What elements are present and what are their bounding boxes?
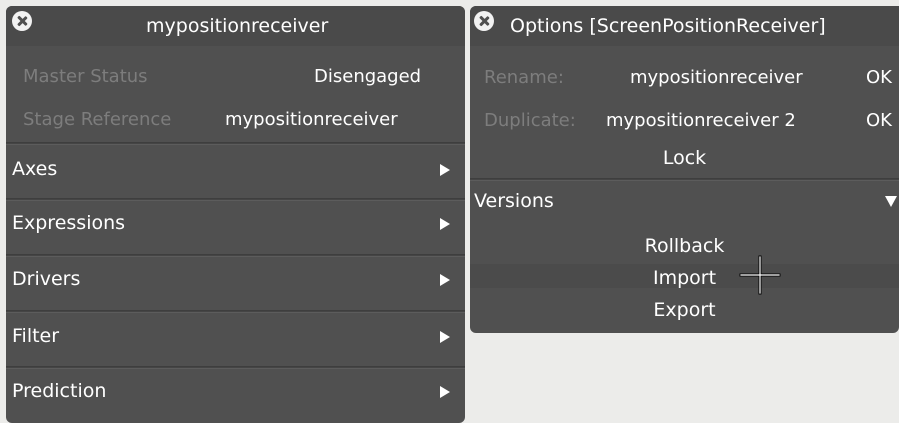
triangle-right-icon: [440, 218, 450, 230]
duplicate-label: Duplicate:: [484, 110, 576, 131]
crosshair-cursor-icon: [739, 255, 781, 295]
position-receiver-panel: mypositionreceiver Master Status Disenga…: [6, 6, 465, 423]
triangle-right-icon: [440, 274, 450, 286]
triangle-down-icon: [885, 196, 897, 207]
panel-title: mypositionreceiver: [146, 15, 329, 37]
triangle-right-icon: [440, 331, 450, 343]
master-status-value[interactable]: Disengaged: [314, 66, 421, 87]
menu-item-label: Axes: [12, 158, 58, 180]
rename-input[interactable]: mypositionreceiver: [630, 67, 803, 88]
menu-item-drivers[interactable]: Drivers: [6, 257, 465, 310]
lock-button[interactable]: Lock: [470, 147, 899, 169]
menu-item-label: Prediction: [12, 380, 107, 402]
triangle-right-icon: [440, 164, 450, 176]
close-icon[interactable]: [474, 11, 494, 31]
export-button[interactable]: Export: [470, 299, 899, 321]
stage-reference-value[interactable]: mypositionreceiver: [225, 109, 398, 130]
master-status-label: Master Status: [23, 66, 148, 87]
menu-item-label: Drivers: [12, 268, 81, 290]
menu-item-filter[interactable]: Filter: [6, 313, 465, 366]
rollback-button[interactable]: Rollback: [470, 235, 899, 257]
import-button[interactable]: Import: [470, 267, 899, 289]
menu-item-label: Filter: [12, 325, 60, 347]
panel-titlebar: Options [ScreenPositionReceiver]: [470, 6, 899, 46]
rename-ok-button[interactable]: OK: [866, 67, 892, 88]
menu-item-expressions[interactable]: Expressions: [6, 201, 465, 254]
duplicate-input[interactable]: mypositionreceiver 2: [606, 110, 796, 131]
close-icon[interactable]: [12, 11, 32, 31]
panel-titlebar: mypositionreceiver: [6, 6, 465, 46]
triangle-right-icon: [440, 386, 450, 398]
versions-label: Versions: [474, 190, 554, 212]
options-panel: Options [ScreenPositionReceiver] Rename:…: [470, 6, 899, 333]
stage-reference-label: Stage Reference: [23, 109, 172, 130]
rename-label: Rename:: [484, 67, 564, 88]
menu-item-label: Expressions: [12, 212, 126, 234]
duplicate-ok-button[interactable]: OK: [866, 110, 892, 131]
panel-title: Options [ScreenPositionReceiver]: [510, 15, 826, 37]
versions-header[interactable]: Versions: [470, 181, 899, 225]
menu-item-prediction[interactable]: Prediction: [6, 369, 465, 422]
menu-item-axes[interactable]: Axes: [6, 145, 465, 198]
